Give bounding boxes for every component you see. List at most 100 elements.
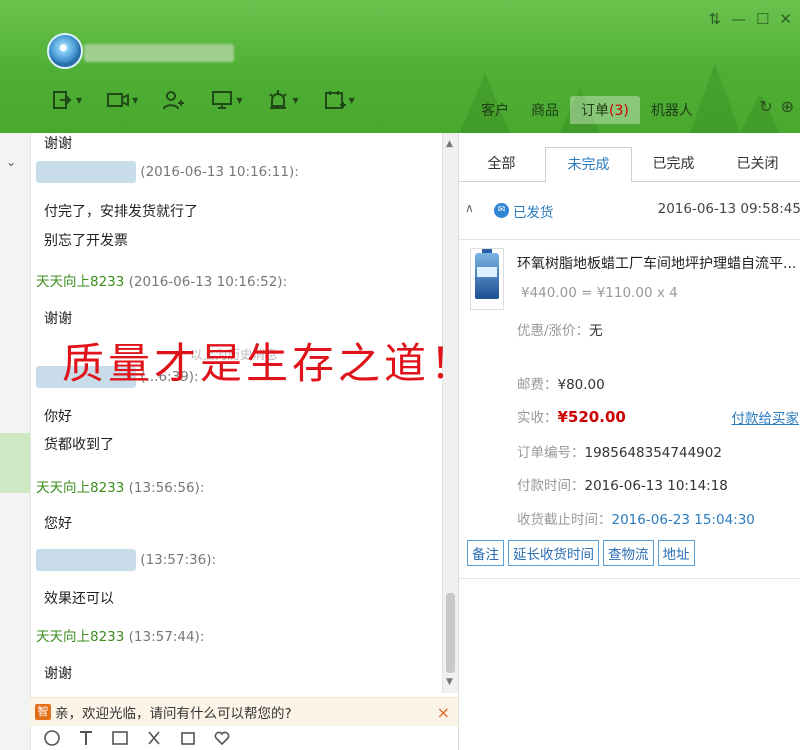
chat-history: 谢谢 (2016-06-13 10:16:11): 付完了，安排发货就行了 别忘…: [30, 133, 442, 693]
order-panel: 全部 未完成 已完成 已关闭 ∧ ✉ 已发货 2016-06-13 09:58:…: [458, 133, 800, 750]
order-number-value[interactable]: 1985648354744902: [585, 445, 722, 461]
message-text: 您好: [44, 516, 72, 532]
title-bar: ⇅ — ☐ ✕ ▼ ▼ ▼ ▼ ▼ 客户 商品 订单(3) 机器人 ↻ ⊕: [0, 0, 800, 133]
message-header: 天天向上8233 (2016-06-13 10:16:52):: [36, 270, 287, 290]
pay-time-value: 2016-06-13 10:14:18: [584, 478, 728, 494]
tab-order[interactable]: 订单(3): [570, 96, 640, 124]
add-user-icon: [163, 91, 185, 110]
product-image[interactable]: [470, 248, 504, 310]
close-icon[interactable]: ✕: [779, 10, 792, 28]
message-time: (13:56:56):: [128, 480, 205, 496]
minimize-icon[interactable]: —: [731, 10, 746, 28]
divider: [459, 239, 800, 240]
shipping-row: 邮费：¥80.00: [517, 373, 605, 393]
watermark-slogan: 质量才是生存之道！: [62, 339, 477, 388]
user-avatar[interactable]: [47, 33, 83, 69]
deadline-row: 收货截止时间：2016-06-23 15:04:30: [517, 508, 755, 528]
chat-scrollbar[interactable]: ▲ ▼: [442, 133, 459, 693]
input-toolbar: [30, 726, 470, 750]
deadline-value: 2016-06-23 15:04:30: [611, 512, 755, 528]
refresh-icon[interactable]: ↻: [759, 97, 772, 116]
tab-order-badge: (3): [609, 103, 629, 119]
monitor-icon: [212, 91, 233, 109]
message-header: (13:57:36):: [36, 549, 216, 571]
logistics-button[interactable]: 查物流: [603, 540, 654, 566]
chevron-down-icon[interactable]: ⌄: [6, 155, 16, 169]
message-sender: 天天向上8233: [36, 480, 125, 496]
tab-closed[interactable]: 已关闭: [715, 147, 800, 181]
tab-customer[interactable]: 客户: [470, 96, 520, 124]
main-toolbar: ▼ ▼ ▼ ▼ ▼: [50, 88, 355, 112]
tab-robot[interactable]: 机器人: [640, 96, 704, 124]
chevron-up-icon[interactable]: ∧: [465, 201, 474, 215]
tab-product[interactable]: 商品: [520, 96, 570, 124]
calendar-button[interactable]: ▼: [323, 88, 355, 112]
order-number-label: 订单编号：: [517, 445, 585, 461]
message-text: 谢谢: [44, 136, 72, 152]
video-button[interactable]: ▼: [106, 88, 138, 112]
message-text: 效果还可以: [44, 591, 114, 607]
paid-row: 实收：¥520.00: [517, 406, 626, 426]
message-time: (2016-06-13 10:16:11):: [140, 164, 299, 180]
extend-receipt-button[interactable]: 延长收货时间: [508, 540, 599, 566]
order-status-row[interactable]: ∧ ✉ 已发货 2016-06-13 09:58:45: [459, 197, 800, 229]
message-time: (2016-06-13 10:16:52):: [128, 274, 288, 290]
top-right-actions: ↻ ⊕: [759, 97, 794, 116]
window-controls: ⇅ — ☐ ✕: [708, 10, 792, 28]
add-icon[interactable]: ⊕: [781, 97, 794, 116]
note-button[interactable]: 备注: [467, 540, 504, 566]
shortcut-icon[interactable]: [178, 728, 198, 748]
message-text: 货都收到了: [44, 437, 114, 453]
calendar-add-icon: [324, 91, 346, 109]
order-number-row: 订单编号：1985648354744902: [517, 441, 722, 461]
close-icon[interactable]: ×: [437, 703, 450, 722]
pin-icon[interactable]: ⇅: [708, 10, 721, 28]
siren-icon: [269, 90, 288, 109]
emoji-icon[interactable]: [42, 728, 62, 748]
scissors-icon[interactable]: [144, 728, 164, 748]
user-name-blurred: [84, 44, 234, 62]
selected-contact-highlight[interactable]: [0, 433, 30, 493]
video-icon: [107, 93, 130, 107]
welcome-text: 亲，欢迎光临，请问有什么可以帮您的?: [55, 706, 292, 722]
alarm-button[interactable]: ▼: [266, 88, 299, 112]
scroll-down-icon[interactable]: ▼: [446, 677, 453, 687]
pay-time-label: 付款时间：: [517, 478, 585, 494]
paid-value: ¥520.00: [557, 408, 626, 426]
message-sender: 天天向上8233: [36, 629, 125, 645]
welcome-bar: 智 亲，欢迎光临，请问有什么可以帮您的? ×: [30, 697, 458, 726]
tab-all[interactable]: 全部: [459, 147, 544, 181]
font-icon[interactable]: [76, 728, 96, 748]
smart-assistant-icon: 智: [35, 704, 51, 720]
message-text: 谢谢: [44, 311, 72, 327]
product-price: ¥440.00 = ¥110.00 x 4: [521, 285, 678, 301]
image-icon[interactable]: [110, 728, 130, 748]
message-text: 谢谢: [44, 666, 72, 682]
order-status-time: 2016-06-13 09:58:45: [657, 201, 800, 217]
scroll-up-icon[interactable]: ▲: [446, 139, 453, 149]
pay-buyer-link[interactable]: 付款给买家: [732, 407, 800, 427]
discount-label: 优惠/涨价：: [517, 323, 590, 339]
screen-share-button[interactable]: ▼: [210, 88, 242, 112]
shipping-value: ¥80.00: [557, 377, 605, 393]
add-contact-button[interactable]: [162, 88, 186, 112]
discount-value: 无: [589, 323, 603, 339]
share-file-button[interactable]: ▼: [50, 88, 82, 112]
message-sender: 天天向上8233: [36, 274, 125, 290]
message-time: (13:57:36):: [140, 552, 217, 568]
shipping-label: 邮费：: [517, 377, 558, 393]
heart-icon[interactable]: [212, 728, 232, 748]
customer-name-blurred: [36, 161, 136, 183]
shipped-icon: ✉: [494, 203, 509, 218]
address-button[interactable]: 地址: [657, 540, 695, 566]
tab-finished[interactable]: 已完成: [631, 147, 716, 181]
product-name[interactable]: 环氧树脂地板蜡工厂车间地坪护理蜡自流平...: [517, 253, 796, 273]
maximize-icon[interactable]: ☐: [756, 10, 769, 28]
top-tabs: 客户 商品 订单(3) 机器人: [470, 96, 704, 124]
message-text: 你好: [44, 409, 72, 425]
tab-order-label: 订单: [581, 103, 609, 119]
customer-name-blurred: [36, 549, 136, 571]
tab-unfinished[interactable]: 未完成: [545, 147, 632, 183]
scroll-thumb[interactable]: [446, 593, 455, 673]
message-header: 天天向上8233 (13:56:56):: [36, 476, 204, 496]
